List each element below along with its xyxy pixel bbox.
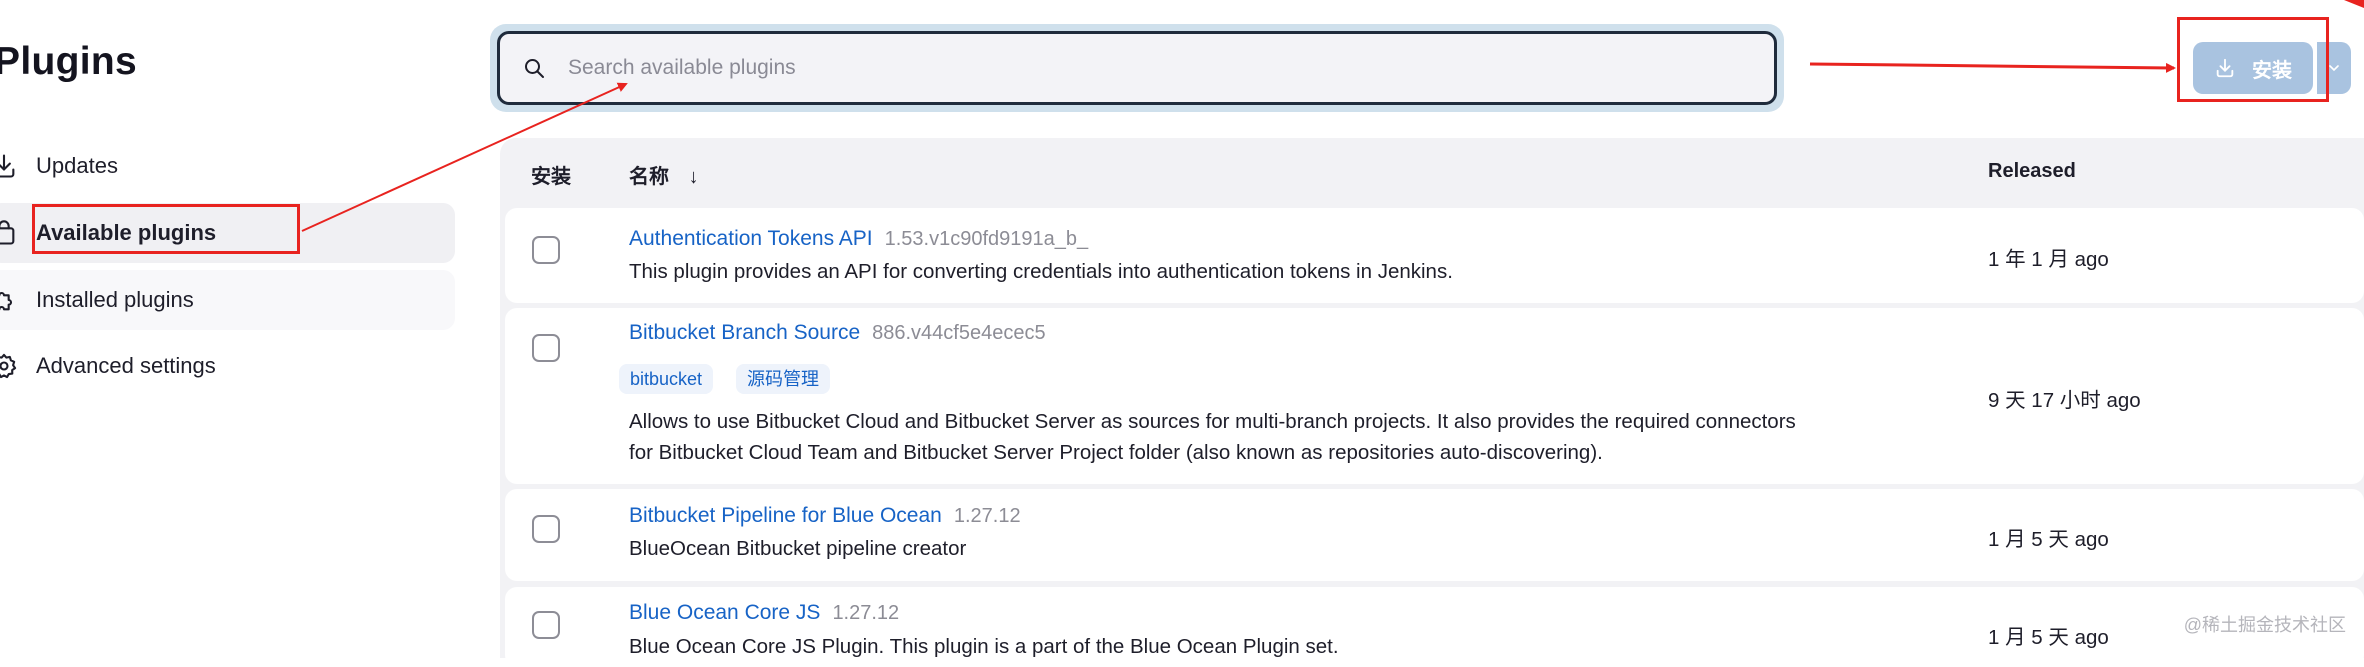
annotation-corner-mark	[2344, 0, 2364, 8]
annotation-arrows	[301, 0, 2364, 232]
watermark: @稀土掘金技术社区	[2183, 615, 2346, 635]
annotation-arrow-to-install	[1809, 62, 2176, 73]
annotation-arrow-to-search	[301, 82, 628, 232]
